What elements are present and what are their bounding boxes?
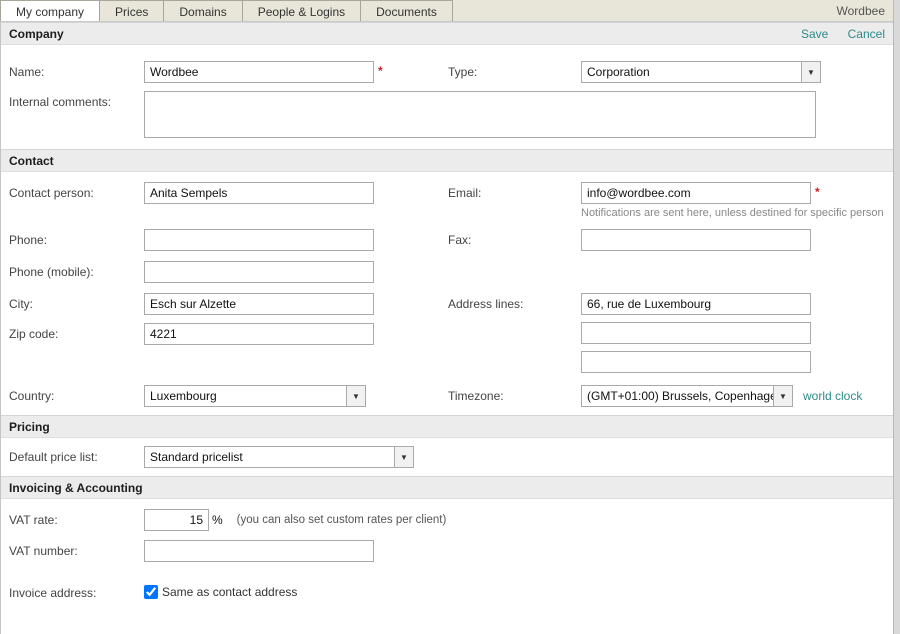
default-price-list-selected-value: Standard pricelist — [145, 447, 394, 467]
invoice-address-label: Invoice address: — [9, 582, 144, 600]
city-address-block: City: Zip code: Address lines: — [1, 293, 893, 373]
world-clock-link[interactable]: world clock — [803, 385, 862, 407]
vat-rate-unit: % — [212, 509, 223, 531]
name-input[interactable] — [144, 61, 374, 83]
company-settings-page: My company Prices Domains People & Login… — [0, 0, 894, 634]
phone-mobile-row: Phone (mobile): — [1, 261, 893, 283]
tab-documents[interactable]: Documents — [360, 0, 453, 21]
fax-input[interactable] — [581, 229, 811, 251]
city-label: City: — [9, 293, 144, 315]
contact-person-label: Contact person: — [9, 182, 144, 219]
email-helper-note: Notifications are sent here, unless dest… — [581, 207, 884, 219]
default-price-list-dropdown[interactable]: Standard pricelist ▼ — [144, 446, 414, 468]
contact-section-header: Contact — [1, 149, 893, 172]
same-as-contact-address-label: Same as contact address — [162, 585, 297, 599]
internal-comments-label: Internal comments: — [9, 91, 144, 138]
fax-label: Fax: — [448, 229, 581, 251]
bottom-spacer — [1, 600, 893, 634]
tab-prices[interactable]: Prices — [99, 0, 164, 21]
tab-my-company[interactable]: My company — [0, 0, 100, 21]
country-timezone-row: Country: Luxembourg ▼ Timezone: (GMT+01:… — [1, 385, 893, 407]
pricing-section-header: Pricing — [1, 415, 893, 438]
save-button[interactable]: Save — [801, 27, 828, 41]
phone-mobile-label: Phone (mobile): — [9, 261, 144, 283]
invoicing-section-header: Invoicing & Accounting — [1, 476, 893, 499]
name-type-row: Name: * Type: Corporation ▼ — [1, 61, 893, 83]
tab-domains[interactable]: Domains — [163, 0, 242, 21]
phone-mobile-input[interactable] — [144, 261, 374, 283]
phone-label: Phone: — [9, 229, 144, 251]
timezone-selected-value: (GMT+01:00) Brussels, Copenhagen, Madri — [582, 386, 773, 406]
vat-rate-input[interactable] — [144, 509, 209, 531]
address-line-2-input[interactable] — [581, 322, 811, 344]
type-label: Type: — [448, 61, 581, 83]
email-input[interactable] — [581, 182, 811, 204]
tab-people-logins[interactable]: People & Logins — [242, 0, 361, 21]
default-price-list-label: Default price list: — [9, 446, 144, 468]
pricing-section-title: Pricing — [9, 420, 50, 434]
internal-comments-row: Internal comments: — [1, 91, 893, 138]
phone-fax-row: Phone: Fax: — [1, 229, 893, 251]
zip-code-input[interactable] — [144, 323, 374, 345]
vat-rate-note: (you can also set custom rates per clien… — [237, 509, 447, 531]
phone-input[interactable] — [144, 229, 374, 251]
zip-code-label: Zip code: — [9, 323, 144, 345]
internal-comments-textarea[interactable] — [144, 91, 816, 138]
type-selected-value: Corporation — [582, 62, 801, 82]
address-line-3-input[interactable] — [581, 351, 811, 373]
same-as-contact-address-checkbox[interactable] — [144, 585, 158, 599]
name-required-marker: * — [378, 61, 383, 83]
chevron-down-icon[interactable]: ▼ — [346, 386, 365, 406]
email-label: Email: — [448, 182, 581, 219]
account-name-label: Wordbee — [837, 0, 893, 21]
vat-number-input[interactable] — [144, 540, 374, 562]
invoice-address-row: Invoice address: Same as contact address — [1, 582, 893, 600]
invoicing-section-title: Invoicing & Accounting — [9, 481, 143, 495]
vat-rate-row: VAT rate: % (you can also set custom rat… — [1, 509, 893, 531]
type-dropdown[interactable]: Corporation ▼ — [581, 61, 821, 83]
cancel-button[interactable]: Cancel — [848, 27, 885, 41]
tabbar-filler — [453, 0, 837, 21]
chevron-down-icon[interactable]: ▼ — [394, 447, 413, 467]
contact-person-email-row: Contact person: Email: * Notifications a… — [1, 182, 893, 219]
address-lines-label: Address lines: — [448, 293, 581, 373]
name-label: Name: — [9, 61, 144, 83]
chevron-down-icon[interactable]: ▼ — [801, 62, 820, 82]
country-label: Country: — [9, 385, 144, 407]
company-section-header: Company Save Cancel — [1, 22, 893, 45]
contact-section-title: Contact — [9, 154, 54, 168]
timezone-dropdown[interactable]: (GMT+01:00) Brussels, Copenhagen, Madri … — [581, 385, 793, 407]
default-price-list-row: Default price list: Standard pricelist ▼ — [1, 446, 893, 468]
vat-rate-label: VAT rate: — [9, 509, 144, 531]
vat-number-row: VAT number: — [1, 540, 893, 562]
address-line-1-input[interactable] — [581, 293, 811, 315]
country-selected-value: Luxembourg — [145, 386, 346, 406]
chevron-down-icon[interactable]: ▼ — [773, 386, 792, 406]
contact-person-input[interactable] — [144, 182, 374, 204]
company-section-title: Company — [9, 27, 64, 41]
country-dropdown[interactable]: Luxembourg ▼ — [144, 385, 366, 407]
vat-number-label: VAT number: — [9, 540, 144, 562]
timezone-label: Timezone: — [448, 385, 581, 407]
email-required-marker: * — [815, 182, 820, 204]
tab-bar: My company Prices Domains People & Login… — [1, 0, 893, 22]
city-input[interactable] — [144, 293, 374, 315]
